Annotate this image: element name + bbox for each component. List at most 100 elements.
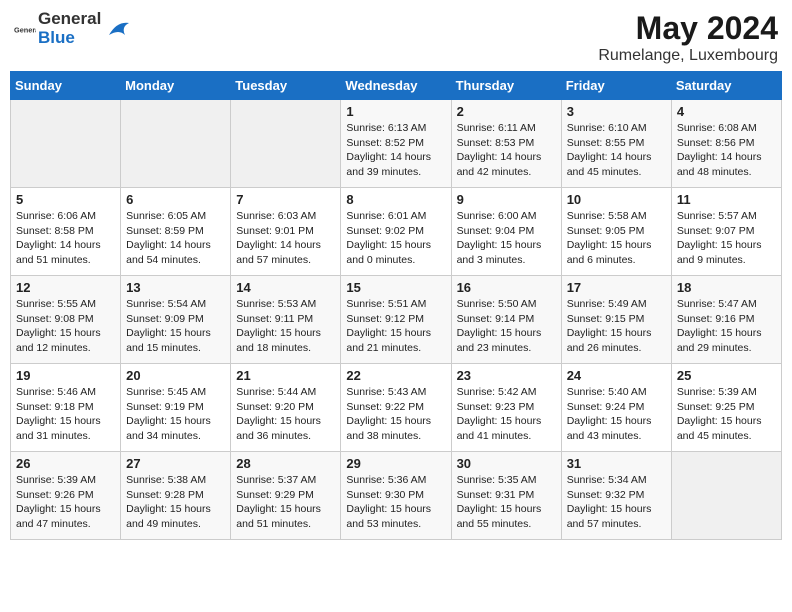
col-tuesday: Tuesday: [231, 72, 341, 100]
calendar-cell: 28 Sunrise: 5:37 AM Sunset: 9:29 PM Dayli…: [231, 452, 341, 540]
day-number: 31: [567, 456, 666, 471]
day-number: 26: [16, 456, 115, 471]
logo-bird-icon: [103, 15, 131, 43]
day-info: Sunrise: 5:46 AM Sunset: 9:18 PM Dayligh…: [16, 385, 115, 444]
calendar-cell: 15Sunrise: 5:51 AM Sunset: 9:12 PM Dayli…: [341, 276, 451, 364]
calendar-cell: 14 Sunrise: 5:53 AM Sunset: 9:11 PM Dayli…: [231, 276, 341, 364]
day-info: Sunrise: 6:06 AM Sunset: 8:58 PM Dayligh…: [16, 209, 115, 268]
day-info: Sunrise: 5:39 AM Sunset: 9:26 PM Dayligh…: [16, 473, 115, 532]
day-info: Sunrise: 5:34 AM Sunset: 9:32 PM Dayligh…: [567, 473, 666, 532]
day-info: Sunrise: 5:54 AM Sunset: 9:09 PM Dayligh…: [126, 297, 225, 356]
calendar-cell: 1Sunrise: 6:13 AM Sunset: 8:52 PM Daylig…: [341, 100, 451, 188]
day-number: 30: [457, 456, 556, 471]
day-number: 19: [16, 368, 115, 383]
calendar-cell: 10 Sunrise: 5:58 AM Sunset: 9:05 PM Dayli…: [561, 188, 671, 276]
day-info: Sunrise: 6:08 AM Sunset: 8:56 PM Dayligh…: [677, 121, 776, 180]
col-saturday: Saturday: [671, 72, 781, 100]
day-number: 17: [567, 280, 666, 295]
day-number: 25: [677, 368, 776, 383]
day-info: Sunrise: 5:42 AM Sunset: 9:23 PM Dayligh…: [457, 385, 556, 444]
day-number: 6: [126, 192, 225, 207]
day-number: 3: [567, 104, 666, 119]
logo-blue: Blue: [38, 29, 101, 48]
calendar-cell: 23 Sunrise: 5:42 AM Sunset: 9:23 PM Dayli…: [451, 364, 561, 452]
calendar-body: 1Sunrise: 6:13 AM Sunset: 8:52 PM Daylig…: [11, 100, 782, 540]
day-info: Sunrise: 5:36 AM Sunset: 9:30 PM Dayligh…: [346, 473, 445, 532]
day-info: Sunrise: 5:53 AM Sunset: 9:11 PM Dayligh…: [236, 297, 335, 356]
day-number: 1: [346, 104, 445, 119]
day-number: 21: [236, 368, 335, 383]
calendar-cell: [671, 452, 781, 540]
day-info: Sunrise: 5:35 AM Sunset: 9:31 PM Dayligh…: [457, 473, 556, 532]
day-number: 24: [567, 368, 666, 383]
calendar-cell: 21 Sunrise: 5:44 AM Sunset: 9:20 PM Dayli…: [231, 364, 341, 452]
col-wednesday: Wednesday: [341, 72, 451, 100]
day-number: 7: [236, 192, 335, 207]
day-number: 5: [16, 192, 115, 207]
day-info: Sunrise: 5:55 AM Sunset: 9:08 PM Dayligh…: [16, 297, 115, 356]
calendar-cell: 9 Sunrise: 6:00 AM Sunset: 9:04 PM Daylig…: [451, 188, 561, 276]
day-info: Sunrise: 5:40 AM Sunset: 9:24 PM Dayligh…: [567, 385, 666, 444]
day-info: Sunrise: 5:44 AM Sunset: 9:20 PM Dayligh…: [236, 385, 335, 444]
day-info: Sunrise: 5:58 AM Sunset: 9:05 PM Dayligh…: [567, 209, 666, 268]
calendar-cell: 11 Sunrise: 5:57 AM Sunset: 9:07 PM Dayli…: [671, 188, 781, 276]
day-number: 18: [677, 280, 776, 295]
day-number: 10: [567, 192, 666, 207]
calendar-cell: 26 Sunrise: 5:39 AM Sunset: 9:26 PM Dayli…: [11, 452, 121, 540]
calendar-cell: 17 Sunrise: 5:49 AM Sunset: 9:15 PM Dayli…: [561, 276, 671, 364]
calendar-week-2: 5 Sunrise: 6:06 AM Sunset: 8:58 PM Daylig…: [11, 188, 782, 276]
calendar-cell: 22Sunrise: 5:43 AM Sunset: 9:22 PM Dayli…: [341, 364, 451, 452]
day-number: 28: [236, 456, 335, 471]
day-number: 9: [457, 192, 556, 207]
day-number: 27: [126, 456, 225, 471]
col-monday: Monday: [121, 72, 231, 100]
calendar-week-4: 19 Sunrise: 5:46 AM Sunset: 9:18 PM Dayli…: [11, 364, 782, 452]
day-info: Sunrise: 6:03 AM Sunset: 9:01 PM Dayligh…: [236, 209, 335, 268]
day-info: Sunrise: 6:01 AM Sunset: 9:02 PM Dayligh…: [346, 209, 445, 268]
calendar-cell: 19 Sunrise: 5:46 AM Sunset: 9:18 PM Dayli…: [11, 364, 121, 452]
day-number: 23: [457, 368, 556, 383]
day-number: 4: [677, 104, 776, 119]
calendar-cell: 7 Sunrise: 6:03 AM Sunset: 9:01 PM Daylig…: [231, 188, 341, 276]
day-info: Sunrise: 5:51 AM Sunset: 9:12 PM Dayligh…: [346, 297, 445, 356]
calendar-title: May 2024: [598, 10, 778, 47]
day-info: Sunrise: 5:49 AM Sunset: 9:15 PM Dayligh…: [567, 297, 666, 356]
day-number: 20: [126, 368, 225, 383]
day-info: Sunrise: 5:47 AM Sunset: 9:16 PM Dayligh…: [677, 297, 776, 356]
col-thursday: Thursday: [451, 72, 561, 100]
day-number: 14: [236, 280, 335, 295]
day-info: Sunrise: 5:43 AM Sunset: 9:22 PM Dayligh…: [346, 385, 445, 444]
day-info: Sunrise: 5:37 AM Sunset: 9:29 PM Dayligh…: [236, 473, 335, 532]
calendar-cell: 3Sunrise: 6:10 AM Sunset: 8:55 PM Daylig…: [561, 100, 671, 188]
calendar-cell: [11, 100, 121, 188]
calendar-cell: 27 Sunrise: 5:38 AM Sunset: 9:28 PM Dayli…: [121, 452, 231, 540]
day-number: 11: [677, 192, 776, 207]
day-number: 12: [16, 280, 115, 295]
day-info: Sunrise: 5:38 AM Sunset: 9:28 PM Dayligh…: [126, 473, 225, 532]
calendar-cell: 20 Sunrise: 5:45 AM Sunset: 9:19 PM Dayli…: [121, 364, 231, 452]
logo-general: General: [38, 10, 101, 29]
calendar-cell: 16Sunrise: 5:50 AM Sunset: 9:14 PM Dayli…: [451, 276, 561, 364]
day-number: 29: [346, 456, 445, 471]
calendar-cell: [121, 100, 231, 188]
calendar-cell: [231, 100, 341, 188]
day-number: 13: [126, 280, 225, 295]
page-header: General General Blue May 2024 Rumelange,…: [10, 10, 782, 65]
calendar-location: Rumelange, Luxembourg: [598, 47, 778, 65]
calendar-week-3: 12 Sunrise: 5:55 AM Sunset: 9:08 PM Dayli…: [11, 276, 782, 364]
calendar-cell: 30 Sunrise: 5:35 AM Sunset: 9:31 PM Dayli…: [451, 452, 561, 540]
day-info: Sunrise: 5:57 AM Sunset: 9:07 PM Dayligh…: [677, 209, 776, 268]
header-row: Sunday Monday Tuesday Wednesday Thursday…: [11, 72, 782, 100]
logo: General General Blue: [14, 10, 131, 47]
day-info: Sunrise: 6:00 AM Sunset: 9:04 PM Dayligh…: [457, 209, 556, 268]
day-info: Sunrise: 6:05 AM Sunset: 8:59 PM Dayligh…: [126, 209, 225, 268]
title-block: May 2024 Rumelange, Luxembourg: [598, 10, 778, 65]
calendar-cell: 2Sunrise: 6:11 AM Sunset: 8:53 PM Daylig…: [451, 100, 561, 188]
calendar-cell: 6 Sunrise: 6:05 AM Sunset: 8:59 PM Daylig…: [121, 188, 231, 276]
day-number: 8: [346, 192, 445, 207]
svg-text:General: General: [14, 25, 36, 34]
calendar-cell: 5 Sunrise: 6:06 AM Sunset: 8:58 PM Daylig…: [11, 188, 121, 276]
day-info: Sunrise: 5:45 AM Sunset: 9:19 PM Dayligh…: [126, 385, 225, 444]
col-friday: Friday: [561, 72, 671, 100]
calendar-cell: 29 Sunrise: 5:36 AM Sunset: 9:30 PM Dayli…: [341, 452, 451, 540]
